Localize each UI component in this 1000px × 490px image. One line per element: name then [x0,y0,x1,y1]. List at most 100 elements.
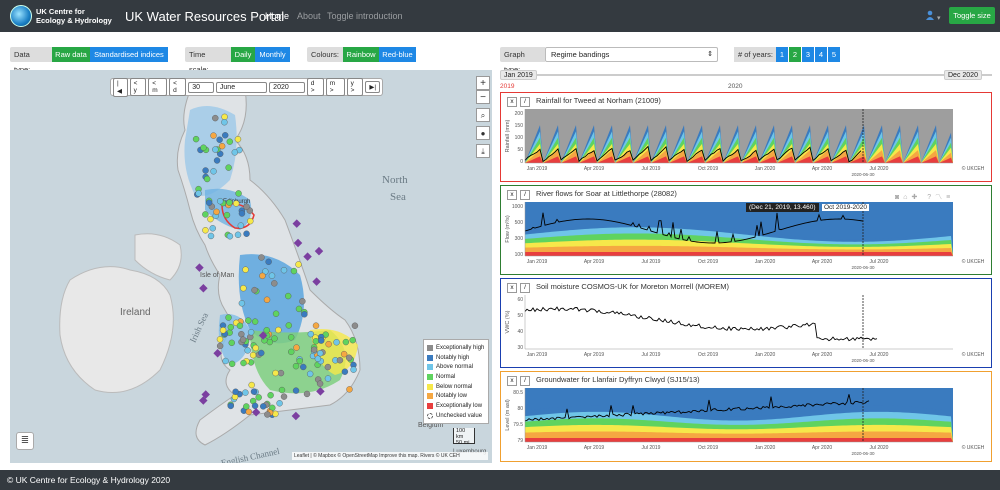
red-blue-button[interactable]: Red-blue [379,47,416,62]
prev-year-button[interactable]: < y [129,78,147,96]
slider-start-label[interactable]: Jan 2019 [500,70,537,80]
soil-moisture-chart[interactable]: 60 50 40 30 VWC (%) Jan 2019 Apr 2019 Jul 2019 O… [501,279,991,367]
station-marker[interactable] [280,393,288,400]
station-marker[interactable] [277,369,285,377]
station-marker[interactable] [242,389,249,396]
station-marker[interactable] [223,211,231,219]
station-marker[interactable] [312,338,320,345]
station-marker[interactable] [252,344,259,352]
station-marker[interactable] [260,403,267,410]
station-marker[interactable] [225,164,232,171]
station-marker[interactable] [200,144,207,151]
station-marker[interactable] [243,403,250,410]
groundwater-marker[interactable] [199,283,208,293]
station-marker[interactable] [202,227,209,234]
station-marker[interactable] [212,146,219,153]
station-marker[interactable] [226,138,233,145]
station-marker[interactable] [233,200,240,207]
rainbow-button[interactable]: Rainbow [343,47,379,62]
station-marker[interactable] [272,410,279,418]
station-marker[interactable] [258,349,265,357]
zoom-out-button[interactable]: − [476,90,490,104]
user-icon[interactable] [925,10,935,20]
last-date-button[interactable]: ▶| [365,81,381,93]
first-date-button[interactable]: |◀ [113,77,128,97]
station-marker[interactable] [295,261,302,268]
station-marker[interactable] [205,199,213,206]
station-marker[interactable] [207,215,214,223]
station-marker[interactable] [350,366,357,373]
station-marker[interactable] [316,380,324,387]
station-marker[interactable] [272,369,279,377]
station-marker[interactable] [239,336,247,343]
station-marker[interactable] [255,394,262,401]
station-marker[interactable] [287,334,295,341]
station-marker[interactable] [336,357,344,364]
station-marker[interactable] [213,157,221,164]
station-marker[interactable] [293,344,300,351]
station-marker[interactable] [324,363,332,371]
next-year-button[interactable]: y > [346,78,364,96]
station-marker[interactable] [292,362,300,370]
station-marker[interactable] [225,314,232,321]
station-marker[interactable] [248,381,255,389]
station-marker[interactable] [247,217,254,225]
layers-icon[interactable]: ≣ [16,432,34,450]
station-marker[interactable] [280,266,288,274]
station-marker[interactable] [249,351,257,359]
rainfall-chart[interactable]: 200 150 100 50 0 Rainfall (mm) Jan 2019 Apr 201… [501,93,991,181]
year-3-button[interactable]: 3 [802,47,814,62]
station-marker[interactable] [300,363,307,371]
station-marker[interactable] [235,190,242,197]
station-marker[interactable] [251,286,258,294]
station-marker[interactable] [207,232,215,240]
prev-month-button[interactable]: < m [148,78,168,96]
station-marker[interactable] [346,386,353,393]
station-marker[interactable] [259,272,266,280]
station-marker[interactable] [238,210,246,217]
graph-type-select[interactable]: Regime bandings ⇕ [545,47,718,62]
station-marker[interactable] [209,225,216,232]
year-2-button[interactable]: 2 [789,47,801,62]
station-marker[interactable] [216,342,224,350]
station-marker[interactable] [272,310,280,317]
station-marker[interactable] [317,350,324,357]
groundwater-marker[interactable] [312,277,321,286]
groundwater-marker[interactable] [303,252,312,261]
portal-title[interactable]: UK Water Resources Portal [125,9,284,24]
raw-data-button[interactable]: Raw data [52,47,90,62]
station-marker[interactable] [324,375,332,382]
station-marker[interactable] [251,402,259,410]
station-marker[interactable] [238,300,246,307]
station-marker[interactable] [285,322,292,329]
station-marker[interactable] [227,323,235,331]
station-marker[interactable] [210,168,217,175]
monthly-button[interactable]: Monthly [255,47,290,62]
station-marker[interactable] [192,135,200,143]
station-marker[interactable] [285,292,292,300]
next-day-button[interactable]: d > [306,78,324,96]
station-marker[interactable] [243,230,250,237]
nav-toggle-introduction[interactable]: Toggle introduction [327,11,403,21]
station-marker[interactable] [245,408,252,416]
station-marker[interactable] [222,357,229,365]
station-marker[interactable] [237,222,245,229]
station-marker[interactable] [296,357,303,365]
station-marker[interactable] [234,136,242,143]
groundwater-chart[interactable]: 80.5 80 79.5 79 Level (m asl) Jan 2019 Apr 201… [501,372,991,461]
nav-about[interactable]: About [297,11,321,21]
station-marker[interactable] [325,340,332,348]
station-marker[interactable] [303,390,311,398]
zoom-in-button[interactable]: + [476,76,490,90]
ukceh-logo[interactable] [10,5,32,27]
groundwater-marker[interactable] [291,411,301,421]
station-marker[interactable] [221,119,228,126]
station-marker[interactable] [265,258,272,265]
next-month-button[interactable]: m > [325,78,345,96]
station-marker[interactable] [228,360,236,368]
station-marker[interactable] [216,336,224,343]
station-marker[interactable] [221,113,228,121]
station-marker[interactable] [232,388,239,395]
station-marker[interactable] [349,336,356,344]
station-marker[interactable] [314,355,322,362]
